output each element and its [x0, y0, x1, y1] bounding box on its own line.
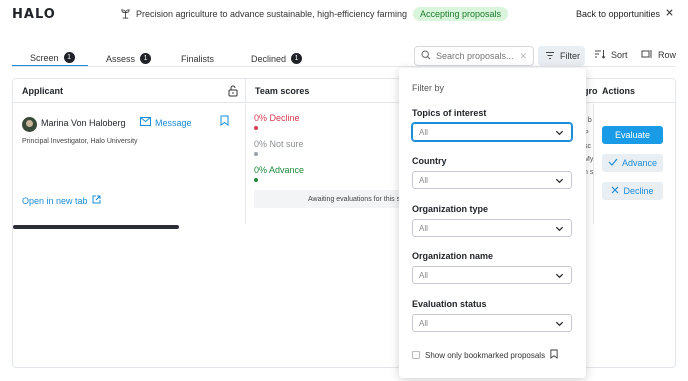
team-scores-header-label: Team scores: [255, 85, 310, 96]
awaiting-evaluations-notice: Awaiting evaluations for this st: [254, 190, 414, 208]
clear-search-icon[interactable]: ✕: [519, 51, 527, 62]
org-type-label: Organization type: [412, 204, 489, 214]
search-box: ✕: [414, 46, 534, 66]
actions-header: Actions: [593, 79, 675, 103]
chevron-down-icon: [555, 320, 564, 330]
evaluate-button[interactable]: Evaluate: [602, 126, 663, 144]
message-label: Message: [155, 117, 192, 128]
stage-tabs: Screen 1 Assess 1 Finalists Declined 1: [12, 50, 333, 67]
advance-score-label: 0% Advance: [254, 165, 305, 175]
tab-assess[interactable]: Assess 1: [88, 50, 163, 67]
opportunity-selector[interactable]: Precision agriculture to advance sustain…: [120, 8, 421, 19]
org-type-value: All: [419, 223, 428, 233]
actions-header-label: Actions: [602, 85, 636, 96]
mail-icon: [140, 117, 151, 128]
eval-status-value: All: [419, 318, 428, 328]
row-view-icon: [641, 49, 653, 61]
actions-cell: Evaluate Advance Decline: [593, 104, 675, 224]
bookmarked-only-checkbox[interactable]: Show only bookmarked proposals: [412, 349, 558, 361]
country-label: Country: [412, 156, 447, 166]
filter-button[interactable]: Filter: [538, 46, 585, 66]
decline-dot: [254, 126, 258, 130]
decline-label: Decline: [623, 186, 654, 196]
chevron-down-icon: [555, 272, 564, 282]
sort-button[interactable]: Sort: [594, 49, 628, 61]
decline-score-label: 0% Decline: [254, 113, 300, 123]
tab-finalists[interactable]: Finalists: [163, 50, 233, 67]
applicant-header: Applicant: [13, 79, 245, 103]
tab-declined[interactable]: Declined 1: [233, 50, 333, 67]
tab-label: Assess: [106, 53, 136, 64]
search-input[interactable]: [436, 51, 516, 61]
tab-label: Finalists: [181, 53, 215, 64]
eval-status-select[interactable]: All: [412, 314, 572, 332]
message-button[interactable]: Message: [140, 117, 192, 128]
x-icon: [611, 186, 619, 196]
horizontal-scrollbar[interactable]: [13, 225, 179, 229]
tab-count: 1: [140, 53, 152, 64]
decline-button[interactable]: Decline: [602, 182, 663, 200]
chevron-down-icon: [555, 177, 564, 187]
external-link-icon: [92, 195, 101, 206]
org-name-value: All: [419, 270, 428, 280]
chevron-down-icon: [555, 225, 564, 235]
open-tab-label: Open in new tab: [22, 195, 88, 206]
bookmarked-only-label: Show only bookmarked proposals: [425, 350, 546, 360]
bookmark-icon[interactable]: [220, 115, 229, 128]
applicant-role: Principal Investigator, Halo University: [22, 138, 138, 145]
applicant-header-label: Applicant: [22, 85, 64, 96]
not-sure-score-label: 0% Not sure: [254, 139, 304, 149]
country-select[interactable]: All: [412, 171, 572, 189]
decline-score: 0% Decline: [254, 113, 300, 130]
topics-select[interactable]: All: [412, 123, 572, 141]
halo-logo[interactable]: HALO: [12, 7, 56, 22]
plant-icon: [120, 8, 131, 19]
applicant-cell: Marina Von Haloberg Message Principal In…: [13, 104, 245, 224]
topics-value: All: [419, 127, 428, 137]
tab-label: Screen: [30, 52, 59, 63]
unlock-icon[interactable]: [228, 85, 238, 99]
advance-label: Advance: [621, 158, 658, 168]
tabs-divider: [12, 66, 676, 67]
applicant-name[interactable]: Marina Von Haloberg: [41, 118, 126, 128]
filter-icon: [545, 51, 555, 62]
row-label: Row: [658, 50, 677, 60]
org-type-select[interactable]: All: [412, 219, 572, 237]
sort-icon: [594, 49, 606, 61]
advance-score: 0% Advance: [254, 165, 305, 182]
chevron-down-icon: [555, 129, 564, 139]
filter-panel-title: Filter by: [412, 83, 445, 93]
status-badge: Accepting proposals: [413, 7, 509, 21]
org-name-select[interactable]: All: [412, 266, 572, 284]
checkbox-box[interactable]: [412, 351, 420, 359]
tab-count: 1: [291, 53, 303, 64]
row-view-button[interactable]: Row: [641, 49, 676, 61]
tab-count: 1: [63, 52, 75, 63]
open-in-new-tab-link[interactable]: Open in new tab: [22, 195, 101, 206]
filter-label: Filter: [560, 51, 580, 61]
top-bar: HALO Precision agriculture to advance su…: [0, 0, 688, 30]
tab-screen[interactable]: Screen 1: [12, 50, 88, 67]
filter-panel: Filter by Topics of interest All Country…: [399, 68, 586, 378]
check-icon: [608, 158, 618, 168]
eval-status-label: Evaluation status: [412, 299, 487, 309]
tab-label: Declined: [251, 53, 287, 64]
sort-label: Sort: [611, 50, 628, 60]
avatar: [22, 117, 37, 132]
not-sure-dot: [254, 152, 258, 156]
country-value: All: [419, 175, 428, 185]
close-icon: [665, 8, 674, 19]
org-name-label: Organization name: [412, 251, 494, 261]
opportunity-title: Precision agriculture to advance sustain…: [136, 8, 407, 19]
search-icon: [421, 50, 431, 62]
not-sure-score: 0% Not sure: [254, 139, 304, 156]
advance-button[interactable]: Advance: [602, 154, 663, 172]
back-to-opportunities-link[interactable]: Back to opportunities: [576, 8, 674, 19]
topics-label: Topics of interest: [412, 108, 487, 118]
back-label: Back to opportunities: [575, 8, 660, 19]
bookmark-icon: [550, 349, 558, 361]
advance-dot: [254, 178, 258, 182]
